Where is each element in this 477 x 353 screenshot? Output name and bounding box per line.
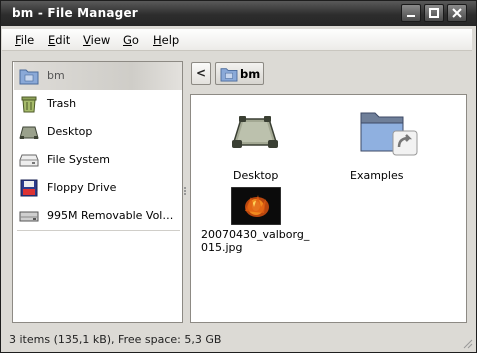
- menu-edit[interactable]: Edit: [48, 33, 70, 47]
- folder-link-icon: [360, 112, 418, 156]
- side-pane: bm Trash Desktop File System Floppy Driv…: [12, 61, 183, 323]
- sidebar-item-label: File System: [47, 153, 110, 166]
- sidebar-item-label: Floppy Drive: [47, 181, 117, 194]
- image-thumbnail-icon: [231, 187, 281, 225]
- menu-view[interactable]: View: [83, 33, 110, 47]
- home-folder-icon: [19, 69, 39, 85]
- desktop-folder-icon: [231, 116, 279, 148]
- minimize-icon: [407, 15, 415, 17]
- resize-grip-icon[interactable]: [461, 337, 473, 349]
- window-title: bm - File Manager: [12, 6, 138, 20]
- file-item-label: Desktop: [233, 169, 279, 182]
- file-item-examples[interactable]: Examples: [350, 107, 424, 182]
- close-button[interactable]: [447, 4, 467, 22]
- icon-view[interactable]: Desktop Examples 20070430_valborg_ 015.j…: [190, 94, 467, 323]
- removable-drive-icon: [19, 211, 39, 222]
- harddisk-icon: [19, 154, 39, 167]
- file-item-label: 20070430_valborg_: [201, 228, 310, 241]
- maximize-button[interactable]: [424, 4, 444, 22]
- menu-file[interactable]: File: [15, 33, 34, 47]
- sidebar-item-file-system[interactable]: File System: [14, 146, 182, 174]
- sidebar-item-label: Trash: [47, 97, 77, 110]
- pane-resize-handle[interactable]: [184, 187, 187, 195]
- sidebar-item-label: Desktop: [47, 125, 93, 138]
- desktop-icon: [19, 126, 39, 139]
- breadcrumb-label: bm: [240, 67, 261, 81]
- sidebar-item-removable[interactable]: 995M Removable Vol…: [14, 202, 182, 230]
- sidebar-item-desktop[interactable]: Desktop: [14, 118, 182, 146]
- breadcrumb-bm[interactable]: bm: [215, 62, 264, 85]
- sidebar-item-trash[interactable]: Trash: [14, 90, 182, 118]
- close-icon: [452, 8, 462, 18]
- sidebar-item-bm[interactable]: bm: [14, 62, 182, 90]
- file-item-image[interactable]: 20070430_valborg_ 015.jpg: [201, 185, 311, 265]
- trash-icon: [21, 96, 37, 113]
- sidebar-item-label: 995M Removable Vol…: [47, 209, 174, 222]
- sidebar-separator: [17, 230, 180, 231]
- menu-bar: File Edit View Go Help: [2, 29, 472, 51]
- menu-go[interactable]: Go: [123, 33, 139, 47]
- back-button[interactable]: <: [191, 62, 211, 85]
- status-bar-text: 3 items (135,1 kB), Free space: 5,3 GB: [9, 333, 222, 346]
- floppy-icon: [20, 179, 38, 197]
- minimize-button[interactable]: [401, 4, 421, 22]
- menu-help[interactable]: Help: [153, 33, 179, 47]
- file-item-label: Examples: [350, 169, 404, 182]
- file-item-desktop[interactable]: Desktop: [231, 107, 279, 182]
- file-item-label-line2: 015.jpg: [201, 241, 243, 254]
- sidebar-item-floppy[interactable]: Floppy Drive: [14, 174, 182, 202]
- maximize-icon: [429, 8, 439, 18]
- sidebar-item-label: bm: [47, 69, 65, 82]
- home-folder-icon: [220, 68, 238, 82]
- file-manager-window: bm - File Manager File Edit View Go Help…: [0, 0, 477, 353]
- title-bar[interactable]: bm - File Manager: [1, 1, 476, 26]
